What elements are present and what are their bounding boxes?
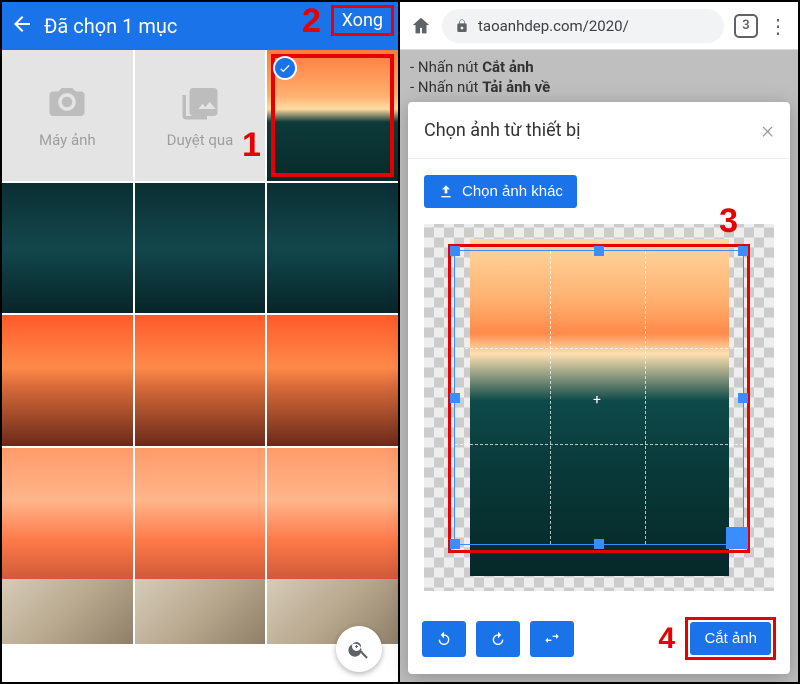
gallery-icon: [179, 81, 221, 123]
crop-center-icon: +: [593, 392, 601, 408]
photo-thumb[interactable]: [267, 448, 398, 579]
photo-thumb[interactable]: [135, 448, 266, 579]
camera-tile[interactable]: Máy ảnh: [2, 50, 133, 181]
back-arrow-icon[interactable]: [10, 12, 34, 41]
crop-handle[interactable]: [450, 539, 460, 549]
crop-handle[interactable]: [726, 527, 748, 549]
crop-button-highlight: Cắt ảnh: [685, 617, 776, 660]
done-button[interactable]: Xong: [336, 9, 389, 32]
step-marker-3: 3: [719, 202, 738, 241]
crop-handle[interactable]: [594, 539, 604, 549]
zoom-fab[interactable]: [336, 626, 382, 672]
crop-handle[interactable]: [738, 246, 748, 256]
image-picker-pane: 2 1 Đã chọn 1 mục Xong Máy ảnh Duyệt qua: [2, 2, 400, 682]
undo-icon: [436, 631, 452, 647]
photo-grid-partial: [2, 579, 398, 644]
photo-thumb[interactable]: [267, 183, 398, 314]
photo-thumb[interactable]: [135, 579, 266, 644]
photo-thumb[interactable]: [267, 315, 398, 446]
modal-title: Chọn ảnh từ thiết bị: [424, 120, 580, 141]
home-icon[interactable]: [410, 15, 432, 37]
crop-button-label: Cắt ảnh: [704, 630, 757, 647]
modal-header: Chọn ảnh từ thiết bị ×: [408, 102, 790, 159]
redo-button[interactable]: [476, 621, 520, 657]
close-icon[interactable]: ×: [761, 116, 774, 144]
swap-horizontal-icon: [544, 631, 560, 647]
crop-canvas[interactable]: +: [424, 224, 774, 591]
undo-button[interactable]: [422, 621, 466, 657]
crop-handle[interactable]: [738, 393, 748, 403]
step-marker-1: 1: [242, 126, 261, 165]
camera-label: Máy ảnh: [39, 131, 96, 149]
magnify-plus-icon: [347, 637, 371, 661]
browse-label: Duyệt qua: [167, 131, 234, 149]
photo-thumb[interactable]: [2, 315, 133, 446]
browser-toolbar: taoanhdep.com/2020/ 3 ⋮: [400, 2, 798, 50]
lock-icon: [454, 18, 470, 34]
camera-icon: [46, 81, 88, 123]
crop-button[interactable]: Cắt ảnh: [690, 622, 771, 655]
crop-handle[interactable]: [594, 246, 604, 256]
redo-icon: [490, 631, 506, 647]
bg-text-line: - Nhấn nút Tải ảnh về: [410, 78, 788, 96]
photo-thumb[interactable]: [2, 448, 133, 579]
bg-text-line: - Nhấn nút Cắt ảnh: [410, 58, 788, 76]
choose-other-label: Chọn ảnh khác: [462, 183, 563, 200]
step-marker-2: 2: [302, 2, 321, 41]
address-bar[interactable]: taoanhdep.com/2020/: [442, 9, 724, 43]
flip-button[interactable]: [530, 621, 574, 657]
picker-header: Đã chọn 1 mục Xong: [2, 2, 398, 50]
photo-thumb[interactable]: [267, 579, 398, 644]
photo-thumb[interactable]: [135, 315, 266, 446]
crop-selection[interactable]: +: [454, 250, 744, 545]
photo-grid: Máy ảnh Duyệt qua: [2, 50, 398, 579]
photo-thumb[interactable]: [2, 579, 133, 644]
crop-handle[interactable]: [450, 246, 460, 256]
crop-modal: Chọn ảnh từ thiết bị × Chọn ảnh khác: [408, 102, 790, 674]
menu-kebab-icon[interactable]: ⋮: [768, 16, 788, 36]
photo-thumb-selected[interactable]: [267, 50, 398, 181]
crop-handle[interactable]: [450, 393, 460, 403]
photo-thumb[interactable]: [135, 183, 266, 314]
step-marker-4: 4: [658, 622, 675, 656]
modal-footer: 4 Cắt ảnh: [408, 607, 790, 674]
upload-icon: [438, 184, 454, 200]
photo-thumb[interactable]: [2, 183, 133, 314]
tabs-count[interactable]: 3: [734, 14, 758, 38]
url-text: taoanhdep.com/2020/: [478, 17, 629, 35]
choose-other-image-button[interactable]: Chọn ảnh khác: [424, 175, 577, 208]
done-highlight: Xong: [331, 5, 394, 36]
browser-pane: taoanhdep.com/2020/ 3 ⋮ - Nhấn nút Cắt ả…: [400, 2, 798, 682]
